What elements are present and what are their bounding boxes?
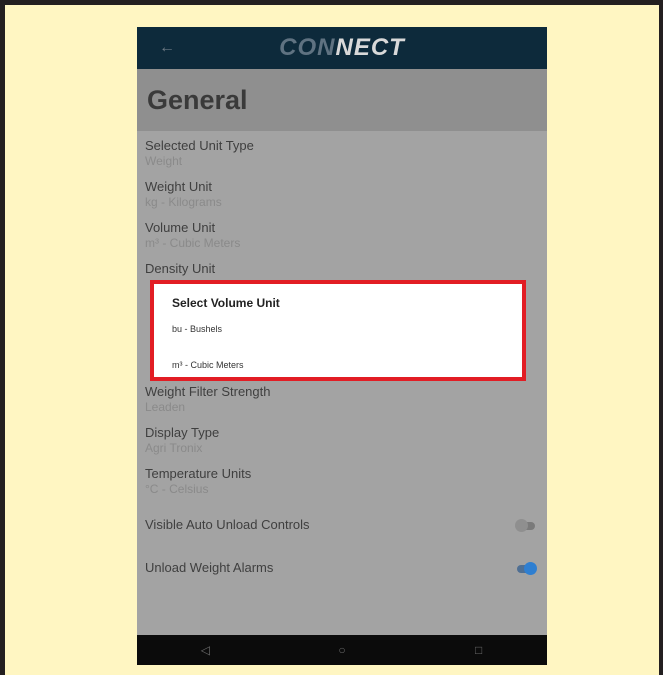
system-nav-bar: ◁ ○ □	[137, 635, 547, 665]
nav-back-icon[interactable]: ◁	[193, 643, 217, 657]
back-arrow-icon[interactable]: ←	[157, 38, 177, 58]
setting-value: Agri Tronix	[145, 441, 203, 455]
setting-temperature-units[interactable]: Temperature Units °C - Celsius	[145, 466, 251, 497]
setting-label: Temperature Units	[145, 466, 252, 481]
setting-label: Weight Unit	[145, 179, 212, 194]
toggle-knob	[515, 519, 528, 532]
setting-label: Volume Unit	[145, 220, 216, 235]
setting-label: Selected Unit Type	[145, 138, 254, 153]
auto-unload-toggle[interactable]	[515, 519, 535, 532]
setting-value: Weight	[145, 154, 183, 168]
setting-label: Density Unit	[145, 261, 216, 276]
app-bar: ← CONNECT	[137, 27, 547, 69]
setting-visible-auto-unload-controls: Visible Auto Unload Controls	[145, 517, 310, 532]
page-title: General	[147, 85, 248, 115]
unload-alarms-toggle[interactable]	[517, 562, 537, 575]
setting-value: Leaden	[145, 400, 186, 414]
setting-unload-weight-alarms: Unload Weight Alarms	[145, 560, 274, 575]
setting-value: m³ - Cubic Meters	[145, 236, 241, 250]
nav-recents-icon[interactable]: □	[467, 643, 491, 657]
setting-weight-filter-strength[interactable]: Weight Filter Strength Leaden	[145, 384, 270, 415]
setting-weight-unit[interactable]: Weight Unit kg - Kilograms	[145, 179, 222, 210]
setting-display-type[interactable]: Display Type Agri Tronix	[145, 425, 219, 456]
app-logo: CONNECT	[279, 34, 405, 62]
dialog-title: Select Volume Unit	[172, 296, 280, 310]
nav-home-icon[interactable]: ○	[330, 643, 354, 657]
title-band: General	[137, 69, 547, 131]
setting-value: kg - Kilograms	[145, 195, 222, 209]
logo-part-1: CON	[279, 34, 336, 61]
setting-label: Weight Filter Strength	[145, 384, 271, 399]
toggle-knob	[524, 562, 537, 575]
setting-value: °C - Celsius	[145, 482, 209, 496]
logo-part-2: NECT	[335, 34, 405, 61]
option-cubic-meters[interactable]: m³ - Cubic Meters	[172, 360, 244, 370]
setting-selected-unit-type[interactable]: Selected Unit Type Weight	[145, 138, 254, 169]
setting-density-unit[interactable]: Density Unit	[145, 261, 215, 277]
setting-label: Display Type	[145, 425, 220, 440]
setting-volume-unit[interactable]: Volume Unit m³ - Cubic Meters	[145, 220, 240, 251]
option-bushels[interactable]: bu - Bushels	[172, 324, 222, 334]
select-volume-unit-dialog: Select Volume Unit bu - Bushels m³ - Cub…	[150, 280, 526, 381]
